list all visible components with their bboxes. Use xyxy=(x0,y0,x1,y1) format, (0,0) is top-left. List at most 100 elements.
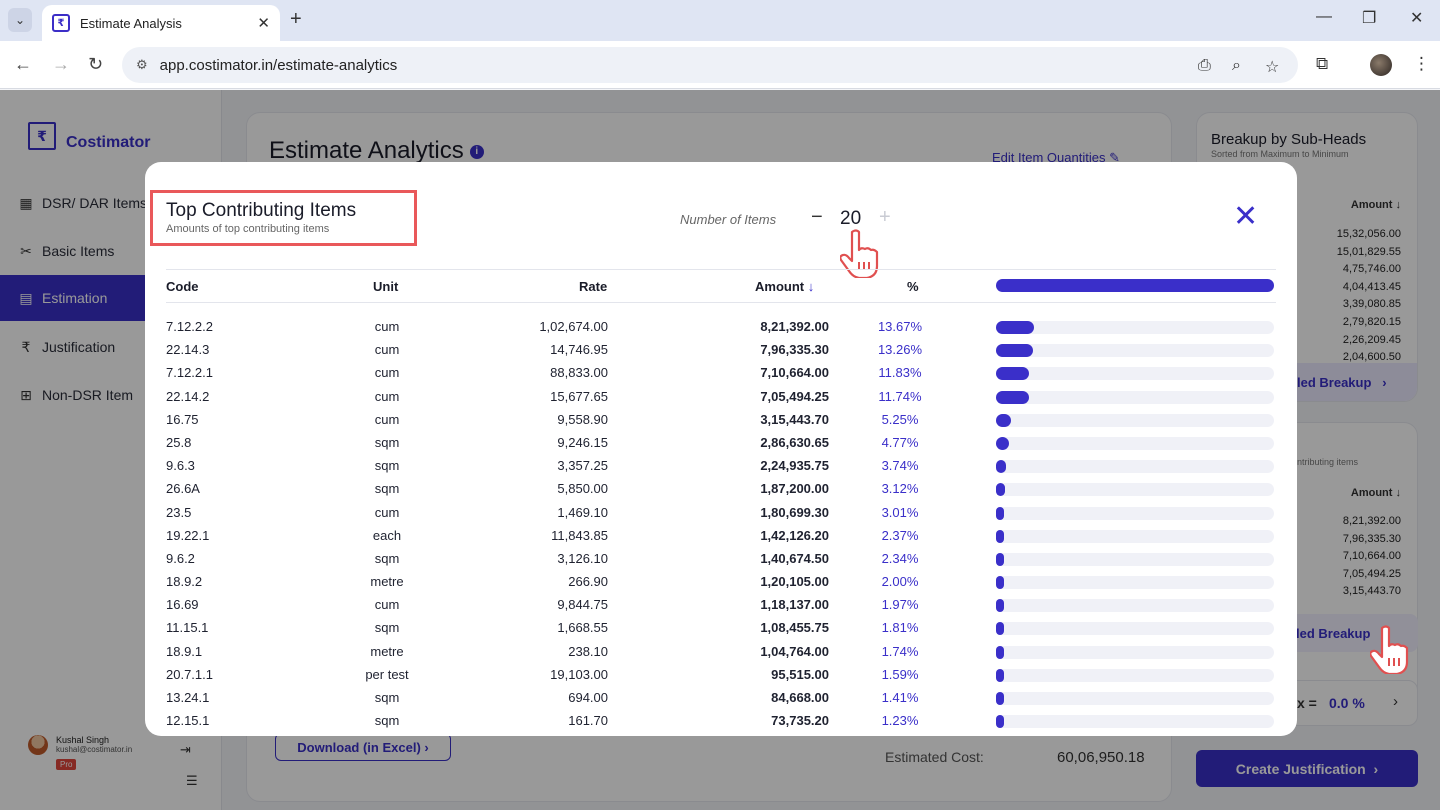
new-tab-icon[interactable]: + xyxy=(290,8,302,31)
item-amount: 1,42,126.20 xyxy=(760,527,829,543)
increase-items-button[interactable]: + xyxy=(879,206,891,229)
item-percent: 11.74% xyxy=(878,388,922,404)
decrease-items-button[interactable]: − xyxy=(811,206,823,229)
item-amount: 7,05,494.25 xyxy=(760,388,829,404)
item-unit: cum xyxy=(374,365,400,381)
table-row: 25.8 sqm 9,246.15 2,86,630.65 4.77% xyxy=(145,431,1297,454)
item-amount: 1,20,105.00 xyxy=(760,574,829,590)
site-settings-icon[interactable]: ⚙ xyxy=(136,57,148,73)
share-bar-track xyxy=(996,506,1274,520)
item-amount: 2,86,630.65 xyxy=(760,434,829,450)
share-bar-track xyxy=(996,390,1274,404)
item-unit: sqm xyxy=(374,458,400,474)
share-bar-track xyxy=(996,413,1274,427)
share-bar-track xyxy=(996,460,1274,474)
item-unit: sqm xyxy=(374,620,400,636)
top-contributing-items-modal: Top Contributing Items Amounts of top co… xyxy=(145,162,1297,736)
item-rate: 266.90 xyxy=(568,574,608,590)
item-amount: 1,08,455.75 xyxy=(760,620,829,636)
item-code: 22.14.2 xyxy=(166,388,210,404)
item-rate: 238.10 xyxy=(568,643,608,659)
table-row: 22.14.2 cum 15,677.65 7,05,494.25 11.74% xyxy=(145,385,1297,408)
item-unit: sqm xyxy=(374,550,400,566)
tab-search-chevron-icon[interactable]: ⌄ xyxy=(8,8,32,32)
column-header-amount[interactable]: Amount ↓ xyxy=(755,279,814,294)
column-header-rate[interactable]: Rate xyxy=(579,279,607,294)
share-bar-fill xyxy=(996,622,1004,636)
share-bar-fill xyxy=(996,576,1004,590)
address-bar: ← → ↻ ⚙ app.costimator.in/estimate-analy… xyxy=(0,41,1440,89)
url-field[interactable]: ⚙ app.costimator.in/estimate-analytics ⎙… xyxy=(122,47,1298,83)
reload-icon[interactable]: ↻ xyxy=(88,54,103,75)
items-table-body: 7.12.2.2 cum 1,02,674.00 8,21,392.00 13.67% 2… xyxy=(145,315,1297,732)
item-rate: 88,833.00 xyxy=(550,365,608,381)
item-amount: 7,96,335.30 xyxy=(760,342,829,358)
browser-menu-icon[interactable]: ⋮ xyxy=(1413,54,1430,74)
column-header-percent[interactable]: % xyxy=(907,279,919,294)
item-code: 19.22.1 xyxy=(166,527,210,543)
share-bar-fill xyxy=(996,460,1007,474)
forward-icon[interactable]: → xyxy=(52,54,70,75)
share-bar-track xyxy=(996,599,1274,613)
column-header-code[interactable]: Code xyxy=(166,279,199,294)
hand-pointer-cursor-icon xyxy=(840,229,879,278)
browser-tab[interactable]: ₹ Estimate Analysis ✕ xyxy=(42,5,280,41)
item-unit: per test xyxy=(365,666,409,682)
item-rate: 694.00 xyxy=(568,690,608,705)
item-amount: 3,15,443.70 xyxy=(760,411,829,427)
zoom-icon[interactable]: ⌕ xyxy=(1232,57,1241,75)
item-rate: 1,469.10 xyxy=(557,504,608,520)
table-row: 19.22.1 each 11,843.85 1,42,126.20 2.37% xyxy=(145,524,1297,547)
item-code: 7.12.2.2 xyxy=(166,319,213,334)
item-percent: 2.34% xyxy=(881,550,919,566)
item-amount: 1,87,200.00 xyxy=(760,481,829,497)
item-unit: cum xyxy=(374,342,400,358)
item-percent: 11.83% xyxy=(878,365,922,381)
table-row: 9.6.3 sqm 3,357.25 2,24,935.75 3.74% xyxy=(145,454,1297,477)
item-code: 16.75 xyxy=(166,411,199,427)
minimize-icon[interactable]: — xyxy=(1316,8,1332,26)
item-percent: 5.25% xyxy=(881,411,919,427)
item-percent: 1.81% xyxy=(881,620,919,636)
item-amount: 1,40,674.50 xyxy=(760,550,829,566)
table-row: 13.24.1 sqm 694.00 84,668.00 1.41% xyxy=(145,686,1297,709)
window-close-icon[interactable]: ✕ xyxy=(1410,8,1423,28)
number-of-items-label: Number of Items xyxy=(680,212,777,227)
back-icon[interactable]: ← xyxy=(14,54,32,75)
item-rate: 11,843.85 xyxy=(551,527,608,543)
share-bar-track xyxy=(996,436,1274,450)
table-row: 7.12.2.1 cum 88,833.00 7,10,664.00 11.83% xyxy=(145,361,1297,384)
close-icon[interactable]: ✕ xyxy=(1233,202,1258,232)
item-code: 16.69 xyxy=(166,597,199,613)
item-rate: 9,246.15 xyxy=(557,434,608,450)
share-bar-fill xyxy=(996,367,1029,381)
install-app-icon[interactable]: ⎙ xyxy=(1198,57,1211,75)
share-bar-fill xyxy=(996,645,1004,659)
item-amount: 1,04,764.00 xyxy=(760,643,829,659)
item-code: 18.9.2 xyxy=(166,574,203,590)
item-rate: 161.70 xyxy=(568,713,608,729)
item-percent: 13.26% xyxy=(877,342,923,358)
item-amount: 2,24,935.75 xyxy=(760,458,829,474)
item-rate: 9,558.90 xyxy=(557,411,608,427)
item-unit: each xyxy=(372,527,402,543)
extensions-icon[interactable]: ⧉ xyxy=(1316,54,1328,74)
restore-icon[interactable]: ❐ xyxy=(1362,8,1376,28)
share-bar-fill xyxy=(996,344,1033,358)
item-rate: 5,850.00 xyxy=(557,481,608,497)
item-rate: 3,126.10 xyxy=(557,550,608,566)
tab-close-icon[interactable]: ✕ xyxy=(257,14,270,32)
item-amount: 7,10,664.00 xyxy=(760,365,829,381)
hand-pointer-cursor-icon xyxy=(1370,625,1409,674)
share-bar-fill xyxy=(996,483,1005,497)
profile-avatar[interactable] xyxy=(1370,54,1392,76)
sort-down-arrow-icon: ↓ xyxy=(807,279,815,294)
table-row: 22.14.3 cum 14,746.95 7,96,335.30 13.26% xyxy=(145,338,1297,361)
bookmark-star-icon[interactable]: ☆ xyxy=(1265,57,1279,77)
share-bar-fill xyxy=(996,436,1010,450)
column-header-unit[interactable]: Unit xyxy=(373,279,398,294)
item-unit: cum xyxy=(374,388,400,404)
share-bar-fill xyxy=(996,715,1004,729)
item-amount: 84,668.00 xyxy=(771,690,829,705)
costimator-favicon-icon: ₹ xyxy=(52,14,70,32)
